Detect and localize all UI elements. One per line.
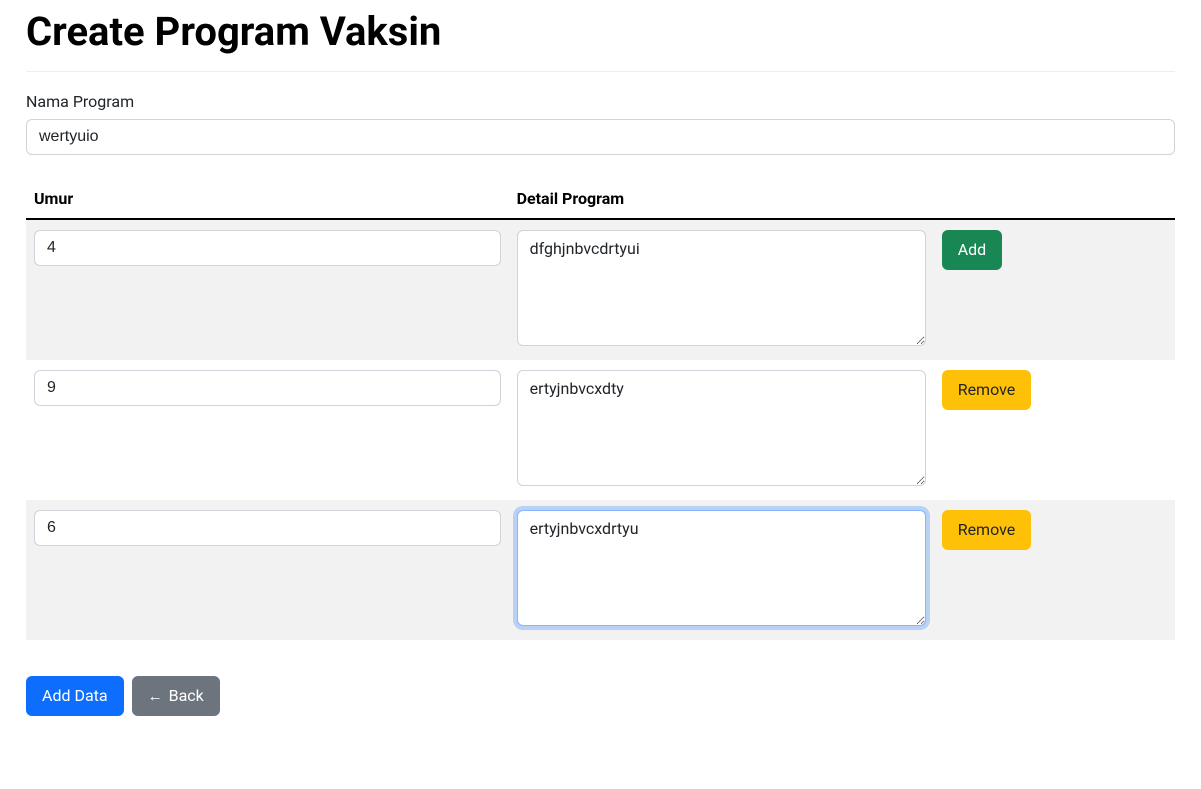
back-button[interactable]: ← Back [132, 676, 220, 716]
detail-textarea[interactable]: ertyjnbvcxdty [517, 370, 926, 486]
page-title: Create Program Vaksin [26, 8, 1175, 55]
nama-program-label: Nama Program [26, 92, 1175, 111]
table-header-umur: Umur [26, 179, 509, 219]
back-button-label: Back [169, 684, 204, 708]
umur-input[interactable] [34, 370, 501, 406]
add-button[interactable]: Add [942, 230, 1002, 270]
remove-button[interactable]: Remove [942, 370, 1032, 410]
table-header-detail: Detail Program [509, 179, 934, 219]
title-divider [26, 71, 1175, 72]
table-row: ertyjnbvcxdrtyu Remove [26, 500, 1175, 640]
umur-input[interactable] [34, 510, 501, 546]
detail-textarea[interactable]: ertyjnbvcxdrtyu [517, 510, 926, 626]
nama-program-input[interactable] [26, 119, 1175, 155]
umur-input[interactable] [34, 230, 501, 266]
table-row: ertyjnbvcxdty Remove [26, 360, 1175, 500]
detail-textarea[interactable]: dfghjnbvcdrtyui [517, 230, 926, 346]
add-data-button[interactable]: Add Data [26, 676, 124, 716]
program-table: Umur Detail Program dfghjnbvcdrtyui Add … [26, 179, 1175, 640]
table-row: dfghjnbvcdrtyui Add [26, 219, 1175, 360]
arrow-left-icon: ← [148, 685, 163, 708]
footer-buttons: Add Data ← Back [26, 676, 1175, 716]
remove-button[interactable]: Remove [942, 510, 1032, 550]
nama-program-group: Nama Program [26, 92, 1175, 155]
table-header-action [934, 179, 1175, 219]
